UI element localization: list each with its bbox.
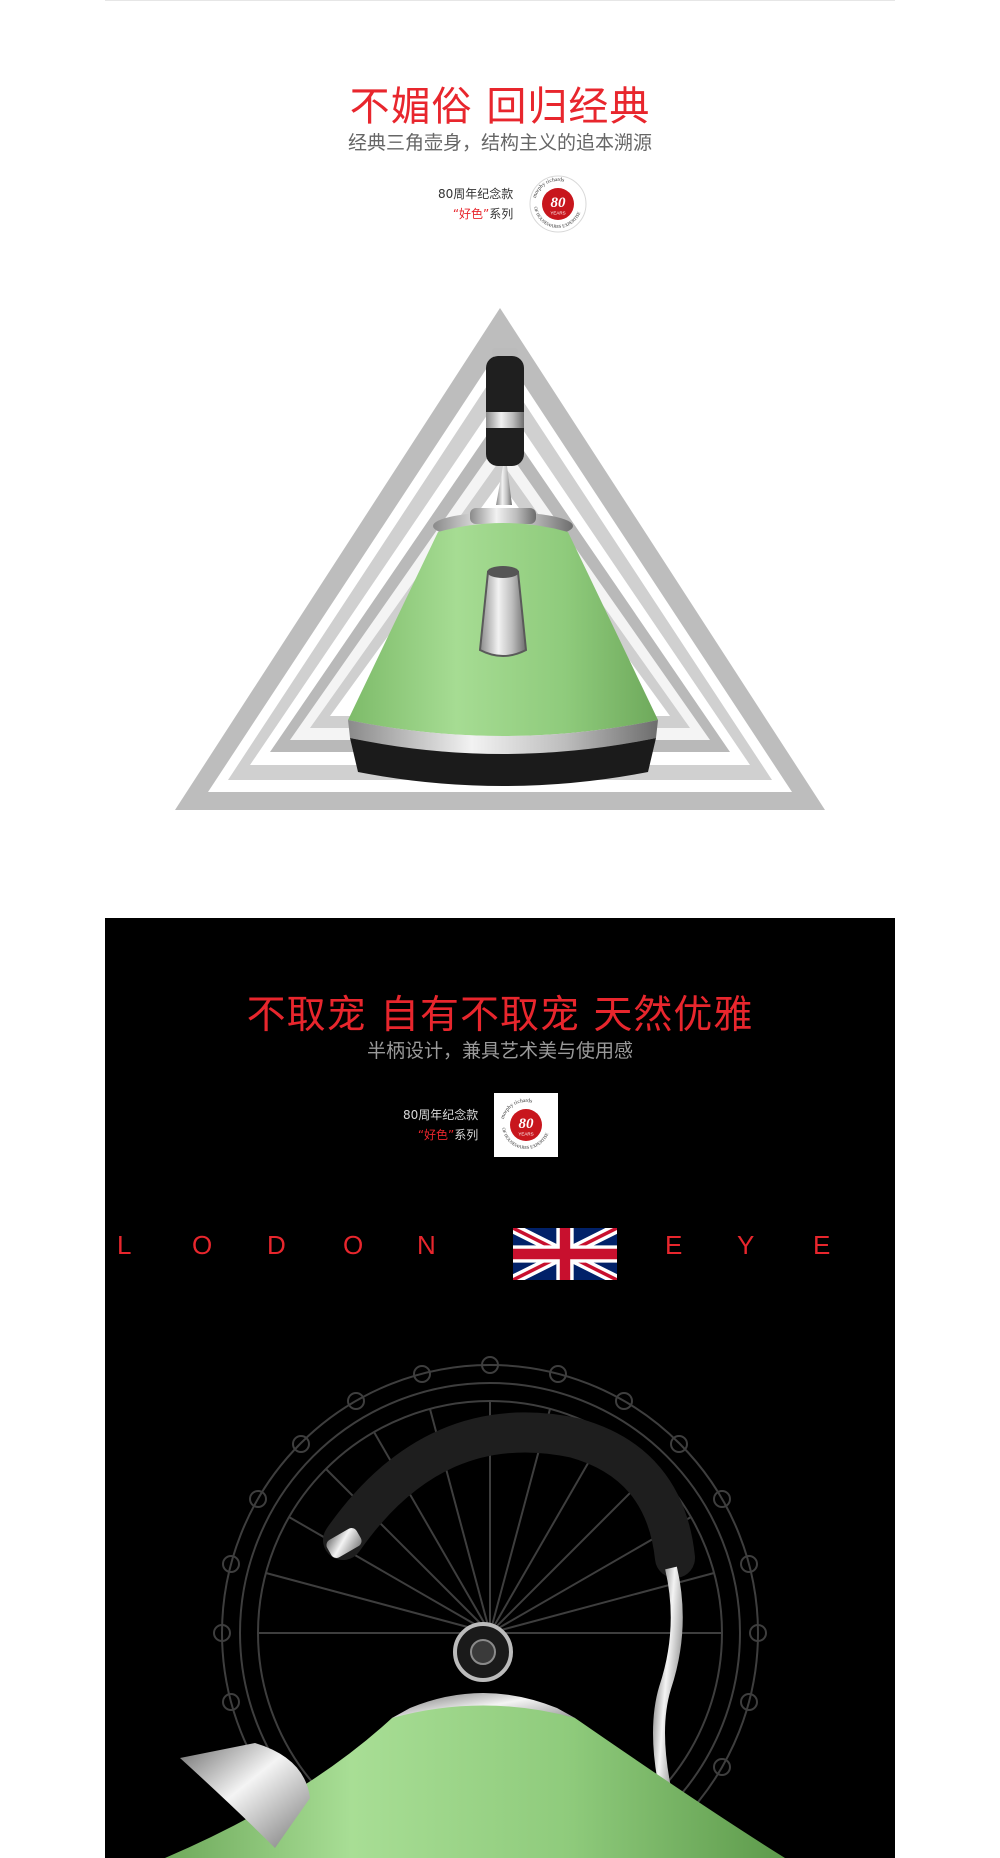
series-suffix: 系列 — [454, 1128, 479, 1142]
series-name: “好色” — [452, 207, 490, 221]
series-name: “好色” — [417, 1128, 455, 1142]
london-eye-kettle-visual — [105, 1288, 895, 1858]
svg-text:80: 80 — [519, 1116, 535, 1132]
section1-subtitle: 经典三角壶身，结构主义的追本溯源 — [347, 132, 652, 154]
brand-seal-box: morphy richards OF HOUSEWARES EXPERTISE … — [494, 1093, 559, 1157]
section2-subtitle: 半柄设计，兼具艺术美与使用感 — [366, 1040, 633, 1062]
anniversary-line: 80周年纪念款 — [403, 1108, 479, 1122]
banner-letter: O — [192, 1230, 213, 1260]
anniversary-badge: 80周年纪念款 “好色”系列 morphy richards OF HOUSEW… — [403, 1093, 559, 1157]
series-line: “好色”系列 — [403, 1125, 478, 1145]
banner-letter: O — [343, 1230, 364, 1260]
brand-seal-icon: morphy richards OF HOUSEWARES EXPERTISE … — [529, 175, 587, 233]
pyramid-kettle-image — [175, 308, 825, 810]
series-suffix: 系列 — [489, 207, 514, 221]
svg-text:80: 80 — [551, 195, 567, 211]
banner-letter: L — [117, 1230, 132, 1260]
london-eye-banner: L O D O N E Y E — [105, 1220, 895, 1280]
section2-title: 不取宠 自有不取宠 天然优雅 — [246, 993, 754, 1038]
anniversary-line: 80周年纪念款 — [438, 187, 514, 201]
banner-letter: D — [267, 1230, 286, 1260]
triangle-kettle-visual — [170, 300, 830, 810]
anniversary-badge: 80周年纪念款 “好色”系列 morphy richards OF HOUSEW… — [438, 175, 587, 233]
series-line: “好色”系列 — [438, 204, 513, 224]
section1-title: 不媚俗 回归经典 — [349, 84, 651, 130]
half-handle-kettle-image — [165, 1356, 785, 1858]
anniversary-caption: 80周年纪念款 “好色”系列 — [438, 184, 513, 224]
banner-letter: N — [417, 1230, 436, 1260]
banner-letter: Y — [737, 1230, 755, 1260]
anniversary-caption: 80周年纪念款 “好色”系列 — [403, 1105, 478, 1145]
top-divider — [105, 0, 895, 1]
brand-seal-icon: morphy richards OF HOUSEWARES EXPERTISE … — [497, 1096, 555, 1154]
union-jack-flag-icon — [513, 1228, 617, 1280]
banner-letter: E — [665, 1230, 683, 1260]
svg-text:YEARS: YEARS — [519, 1132, 534, 1137]
svg-text:YEARS: YEARS — [551, 211, 566, 216]
section-half-handle: 不取宠 自有不取宠 天然优雅 半柄设计，兼具艺术美与使用感 80周年纪念款 “好… — [105, 918, 895, 1858]
banner-letter: E — [813, 1230, 831, 1260]
